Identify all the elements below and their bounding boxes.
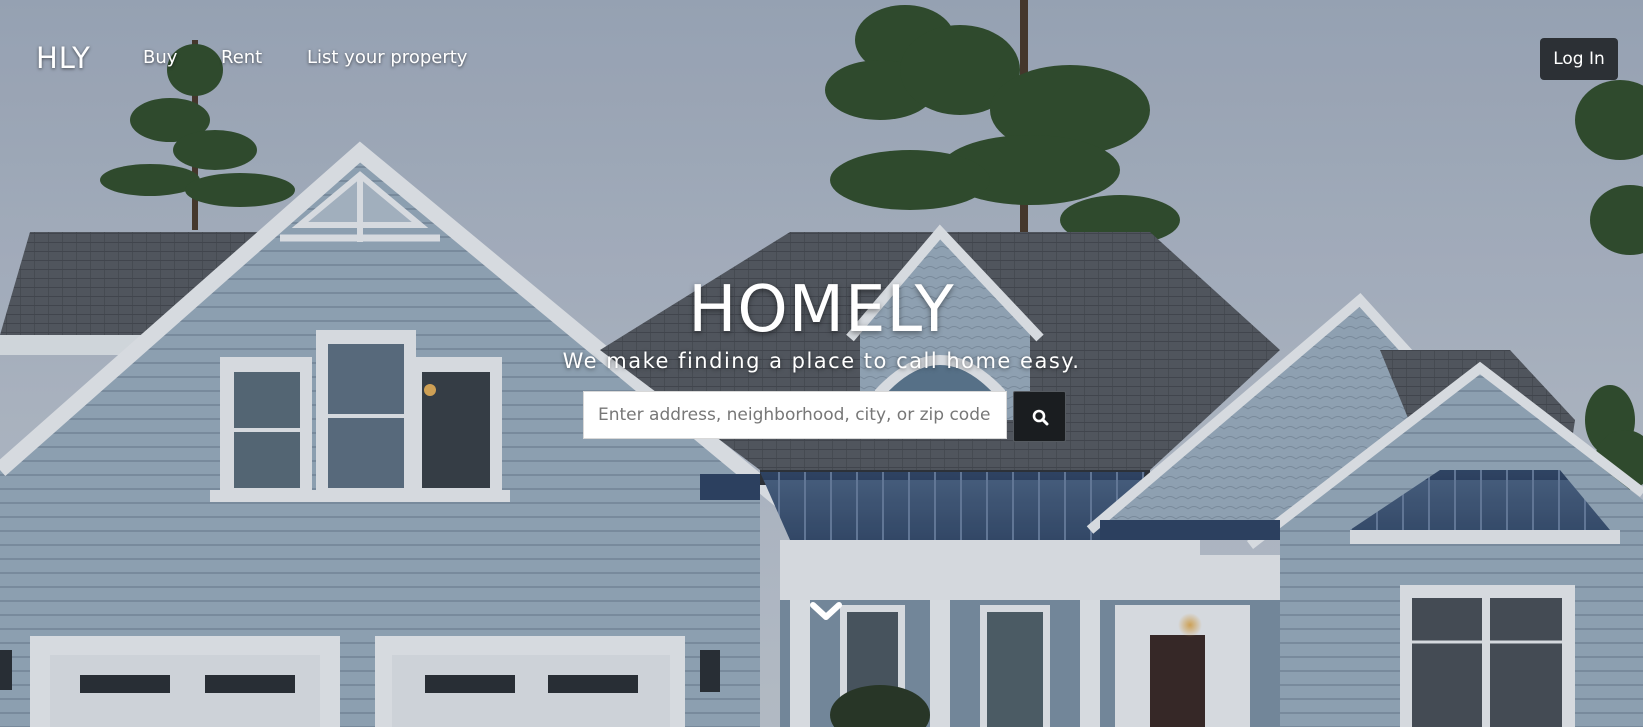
hero-subtitle: We make finding a place to call home eas… bbox=[562, 349, 1081, 373]
login-button[interactable]: Log In bbox=[1540, 38, 1618, 80]
search-button[interactable] bbox=[1013, 391, 1066, 442]
search-icon bbox=[1032, 409, 1049, 426]
nav-link-buy[interactable]: Buy bbox=[143, 46, 177, 70]
hero-title: HOMELY bbox=[688, 273, 955, 347]
navbar: HLY Buy Rent List your property Log In bbox=[0, 0, 1643, 118]
nav-link-rent[interactable]: Rent bbox=[221, 46, 262, 70]
chevron-down-icon[interactable] bbox=[809, 600, 843, 624]
search-form bbox=[583, 391, 1066, 442]
hero-section: HLY Buy Rent List your property Log In H… bbox=[0, 0, 1643, 727]
search-input[interactable] bbox=[583, 391, 1007, 439]
brand-logo[interactable]: HLY bbox=[36, 40, 91, 76]
nav-link-list-property[interactable]: List your property bbox=[307, 46, 467, 70]
